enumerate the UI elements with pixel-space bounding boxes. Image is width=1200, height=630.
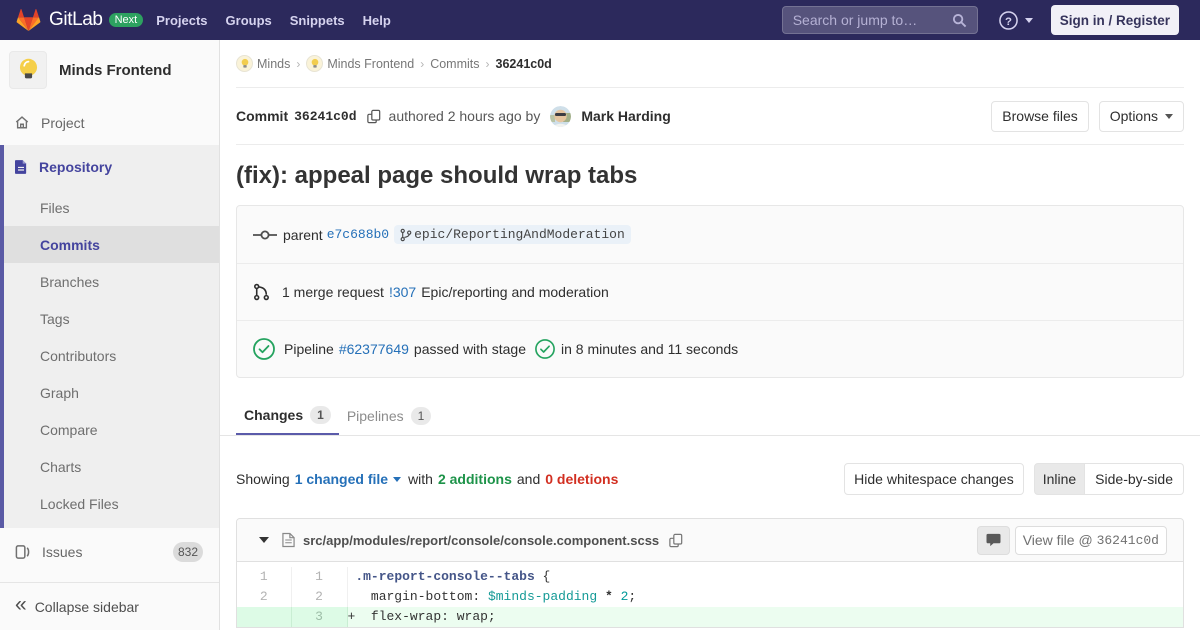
svg-text:?: ? xyxy=(1005,15,1012,27)
